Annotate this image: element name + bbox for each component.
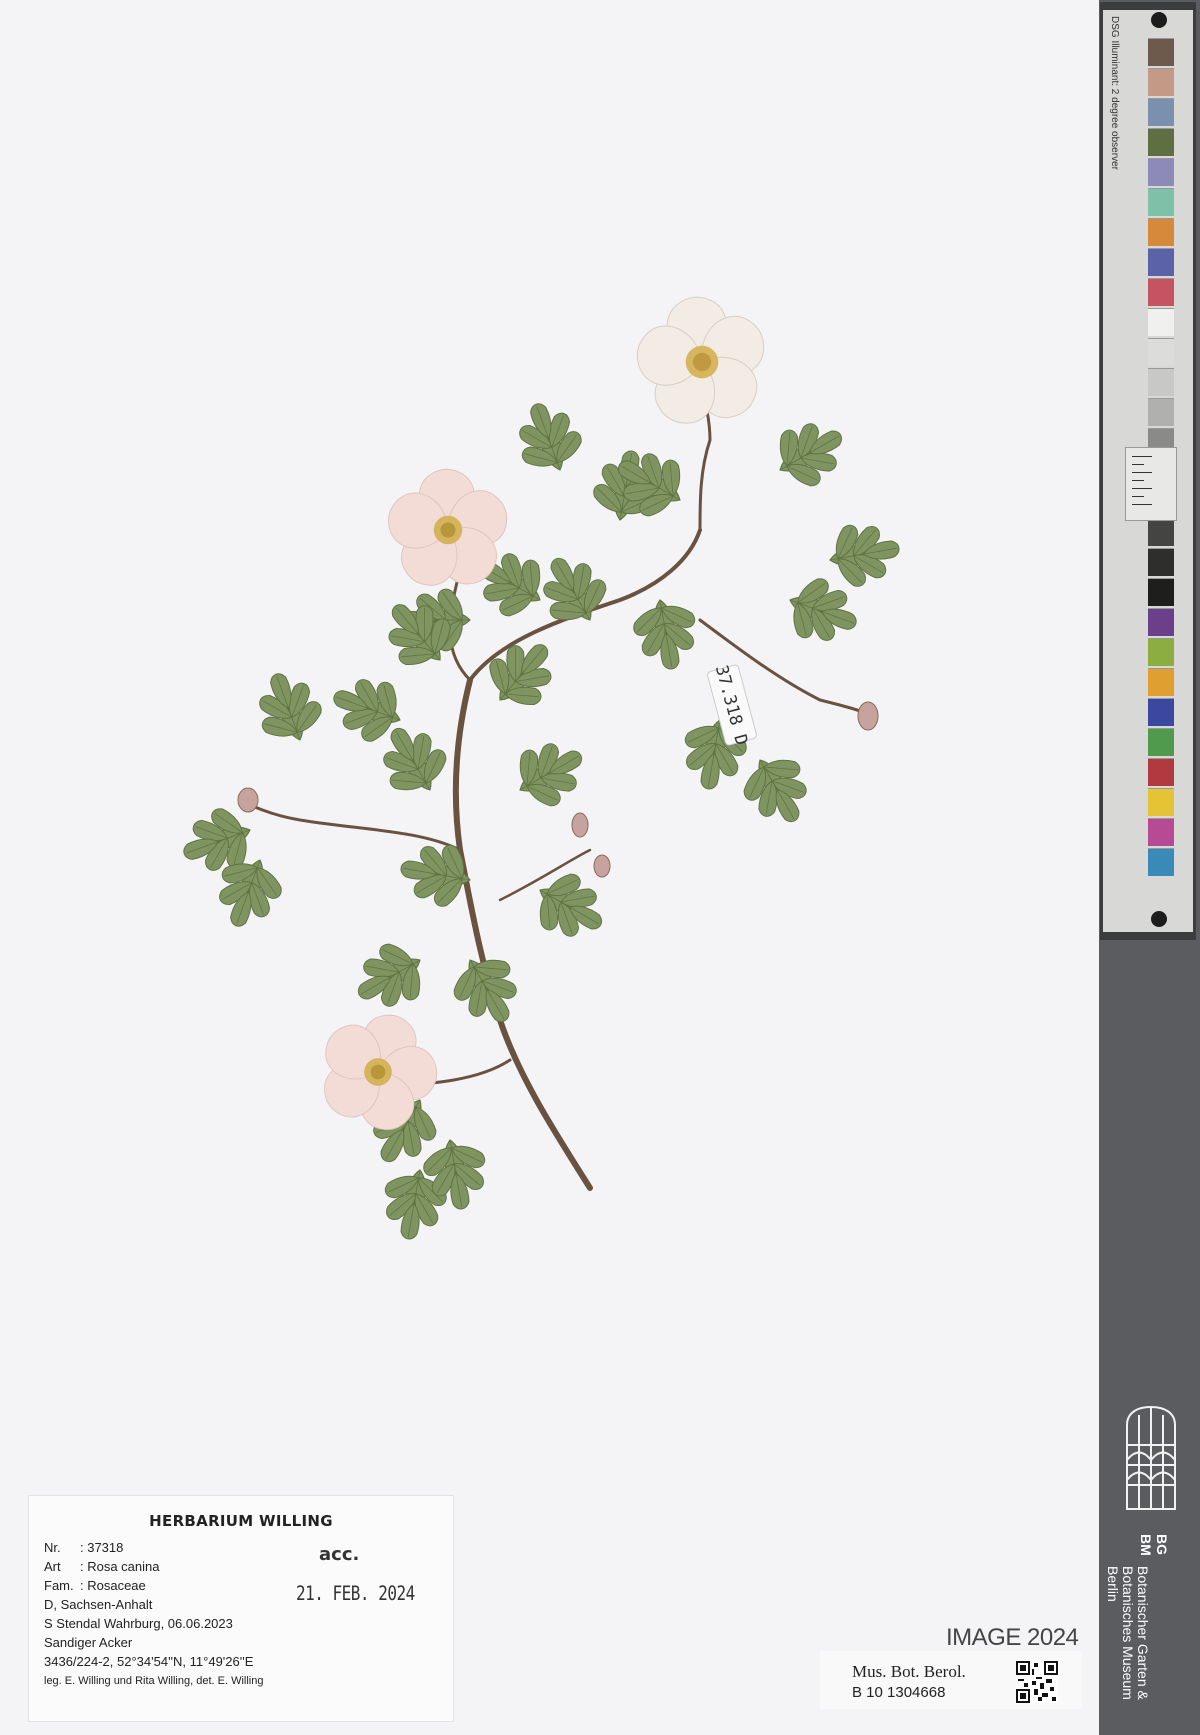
label-fam-key: Fam. (44, 1578, 74, 1593)
card-hole-top (1151, 12, 1167, 28)
label-fam-value: : Rosaceae (80, 1578, 146, 1593)
color-patch (1148, 548, 1174, 576)
color-patch (1148, 128, 1174, 156)
color-patch (1148, 308, 1174, 336)
label-nr-value: : 37318 (80, 1540, 124, 1555)
label-locality: S Stendal Wahrburg, 06.06.2023 (44, 1616, 233, 1631)
label-nr-row: Nr. : 37318 (44, 1540, 123, 1555)
color-patch (1148, 188, 1174, 216)
color-patch (1148, 68, 1174, 96)
bgbm-logo-icon (1126, 1405, 1176, 1510)
label-region: D, Sachsen-Anhalt (44, 1597, 153, 1612)
color-patch (1148, 338, 1174, 366)
color-patch (1148, 278, 1174, 306)
image-year: IMAGE 2024 (946, 1624, 1079, 1651)
flower-top (622, 287, 782, 441)
color-patch (1148, 728, 1174, 756)
qr-code (1016, 1661, 1058, 1703)
color-patch (1148, 158, 1174, 186)
color-patch (1148, 638, 1174, 666)
label-coordinates: 3436/224-2, 52°34'54''N, 11°49'26''E (44, 1654, 254, 1669)
color-patch (1148, 698, 1174, 726)
institution-abbr-top: BG (1154, 1534, 1170, 1555)
color-patch (1148, 98, 1174, 126)
color-patch (1148, 758, 1174, 786)
label-fam-row: Fam. : Rosaceae (44, 1578, 146, 1593)
label-art-key: Art (44, 1559, 61, 1574)
label-habitat: Sandiger Acker (44, 1635, 133, 1650)
color-patch (1148, 788, 1174, 816)
accession-stamp: acc. (319, 1544, 360, 1565)
color-patch (1148, 38, 1174, 66)
color-patch (1148, 818, 1174, 846)
color-patch (1148, 848, 1174, 876)
color-patch (1148, 248, 1174, 276)
ruler-chip (1125, 447, 1177, 521)
label-heading: HERBARIUM WILLING (149, 1512, 333, 1530)
rosa-canina-specimen: 37.318 D (0, 0, 1099, 1735)
institution-name-line2: Botanisches Museum (1120, 1566, 1136, 1700)
label-art-row: Art : Rosa canina (44, 1559, 160, 1574)
accession-date-stamp: 21. FEB. 2024 (296, 1582, 415, 1605)
institution-name-line3: Berlin (1105, 1566, 1121, 1602)
label-collectors: leg. E. Willing und Rita Willing, det. E… (44, 1675, 264, 1687)
color-patch (1148, 608, 1174, 636)
color-patch (1148, 518, 1174, 546)
institution-fullname: Botanischer Garten & Botanisches Museum … (1105, 1566, 1151, 1700)
color-patch (1148, 398, 1174, 426)
label-art-value: : Rosa canina (80, 1559, 160, 1574)
color-patch (1148, 218, 1174, 246)
institution-name: BG BM (1138, 1534, 1170, 1556)
institution-abbr-bottom: BM (1138, 1534, 1154, 1556)
leaves (172, 392, 904, 1244)
color-patch (1148, 668, 1174, 696)
color-patch (1148, 368, 1174, 396)
color-patch (1148, 578, 1174, 606)
label-nr-key: Nr. (44, 1540, 61, 1555)
museum-barcode-number: B 10 1304668 (852, 1684, 946, 1701)
museum-name: Mus. Bot. Berol. (852, 1662, 966, 1681)
card-hole-bottom (1151, 911, 1167, 927)
institution-name-line1: Botanischer Garten & (1135, 1566, 1151, 1700)
color-card-header: DSG Illuminant: 2 degree observer (1109, 16, 1120, 170)
herbarium-label: HERBARIUM WILLING Nr. : 37318 Art : Rosa c… (28, 1495, 454, 1722)
